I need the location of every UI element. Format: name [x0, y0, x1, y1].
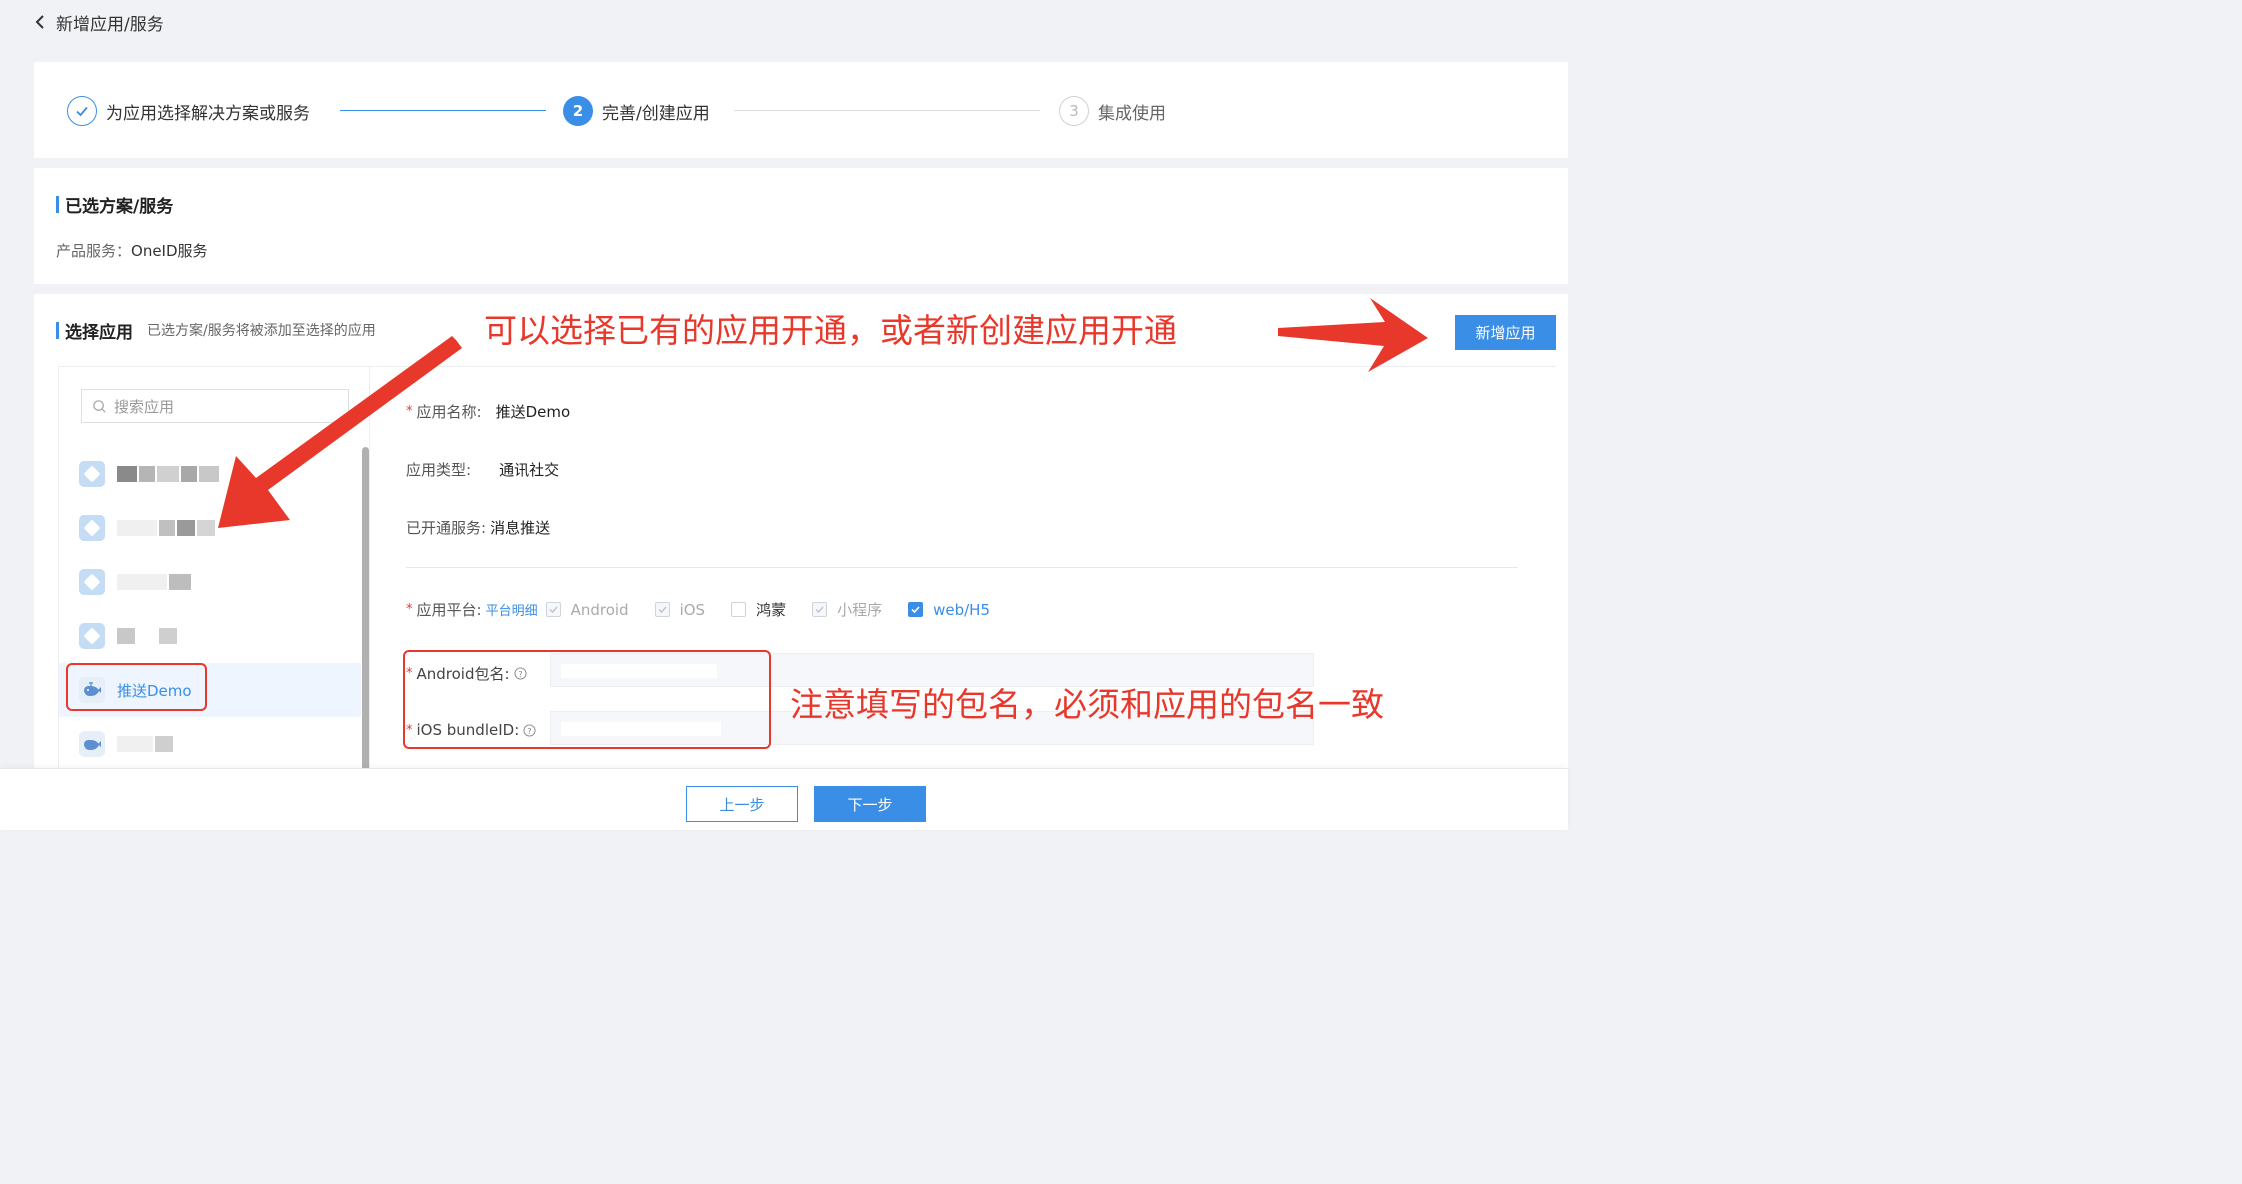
- section-title: 已选方案/服务: [56, 192, 173, 217]
- section-title: 选择应用: [56, 318, 133, 343]
- checkbox-android[interactable]: Android: [545, 600, 629, 619]
- apps-subtitle: 已选方案/服务将被添加至选择的应用: [147, 323, 376, 339]
- search-input[interactable]: 搜索应用: [81, 389, 349, 423]
- title-accent-bar: [56, 322, 59, 339]
- app-name-label: 应用名称:: [416, 403, 482, 421]
- step-3: 3 集成使用: [1059, 96, 1166, 126]
- step-2-number: 2: [563, 96, 593, 126]
- product-label: 产品服务：: [56, 242, 132, 260]
- annotation-top: 可以选择已有的应用开通，或者新创建应用开通: [484, 311, 1177, 350]
- app-name-row: * 应用名称: 推送Demo: [406, 401, 570, 422]
- annotation-bottom: 注意填写的包名，必须和应用的包名一致: [790, 685, 1384, 724]
- step-connector-pending: [734, 110, 1040, 111]
- selected-services-card: 已选方案/服务 产品服务：OneID服务: [34, 168, 1568, 284]
- app-list-item[interactable]: [59, 717, 361, 771]
- selected-title: 已选方案/服务: [65, 197, 174, 217]
- step-1: 为应用选择解决方案或服务: [67, 96, 310, 126]
- page-title: 新增应用/服务: [56, 14, 164, 35]
- app-list-item[interactable]: [59, 447, 361, 501]
- whale-icon: [79, 731, 105, 757]
- checkbox-label: iOS: [679, 600, 706, 619]
- app-list-panel: 搜索应用 推送Demo: [58, 366, 370, 776]
- next-step-button[interactable]: 下一步: [814, 786, 926, 822]
- required-mark: *: [406, 602, 413, 617]
- blurred-app-name: [117, 573, 193, 591]
- check-icon: [812, 602, 828, 617]
- step-3-label: 集成使用: [1098, 103, 1166, 124]
- blurred-app-name: [117, 627, 179, 645]
- search-icon: [93, 399, 106, 413]
- product-value: OneID服务: [131, 242, 208, 260]
- top-bar: 新增应用/服务: [0, 0, 1568, 44]
- app-list-item[interactable]: [59, 555, 361, 609]
- form-divider: [406, 567, 1518, 568]
- app-list-item[interactable]: [59, 501, 361, 555]
- check-icon: [67, 96, 97, 126]
- check-icon: [908, 602, 924, 617]
- step-2-label: 完善/创建应用: [602, 103, 710, 124]
- app-type-label: 应用类型:: [406, 461, 472, 479]
- list-scrollbar[interactable]: [362, 447, 369, 775]
- services-value: 消息推送: [490, 519, 551, 537]
- blurred-app-name: [117, 519, 217, 537]
- checkbox-label: web/H5: [933, 600, 991, 619]
- checkbox-ios[interactable]: iOS: [654, 600, 706, 619]
- cube-icon: [79, 515, 105, 541]
- check-icon: [654, 602, 670, 617]
- apps-title: 选择应用: [65, 323, 133, 343]
- steps-card: 为应用选择解决方案或服务 2 完善/创建应用 3 集成使用: [34, 62, 1568, 158]
- product-service-row: 产品服务：OneID服务: [56, 240, 208, 261]
- highlight-box-demo-app: [66, 663, 207, 711]
- services-label: 已开通服务:: [406, 519, 487, 537]
- required-mark: *: [406, 404, 413, 419]
- app-name-value: 推送Demo: [495, 403, 571, 421]
- step-1-label: 为应用选择解决方案或服务: [106, 103, 310, 124]
- blurred-app-name: [117, 735, 175, 753]
- cube-icon: [79, 569, 105, 595]
- checkbox-label: 小程序: [837, 601, 883, 619]
- platform-detail-link[interactable]: 平台明细: [486, 600, 538, 619]
- new-app-button[interactable]: 新增应用: [1455, 315, 1556, 350]
- step-3-number: 3: [1059, 96, 1089, 126]
- app-type-row: 应用类型: 通讯社交: [406, 459, 559, 480]
- chevron-left-icon[interactable]: [32, 14, 48, 30]
- previous-step-button[interactable]: 上一步: [686, 786, 798, 822]
- checkbox-harmony[interactable]: 鸿蒙: [731, 599, 786, 620]
- footer-bar: 上一步 下一步: [0, 768, 1568, 830]
- services-row: 已开通服务: 消息推送: [406, 517, 550, 538]
- platform-row: * 应用平台: 平台明细 Android iOS 鸿蒙 小程序 web/H5: [406, 599, 1016, 620]
- check-icon: [545, 602, 561, 617]
- highlight-box-package-fields: [403, 650, 771, 749]
- search-placeholder: 搜索应用: [114, 397, 175, 416]
- step-connector-done: [340, 110, 546, 111]
- checkbox-web-h5[interactable]: web/H5: [908, 601, 990, 619]
- platform-label: 应用平台:: [416, 601, 482, 619]
- app-list-item[interactable]: [59, 609, 361, 663]
- checkbox-miniprogram[interactable]: 小程序: [812, 599, 882, 620]
- checkbox-label: Android: [570, 600, 629, 619]
- app-type-value: 通讯社交: [499, 461, 560, 479]
- blurred-app-name: [117, 465, 221, 483]
- cube-icon: [79, 461, 105, 487]
- checkbox-label: 鸿蒙: [756, 601, 787, 619]
- cube-icon: [79, 623, 105, 649]
- step-2: 2 完善/创建应用: [563, 96, 710, 126]
- title-accent-bar: [56, 196, 59, 213]
